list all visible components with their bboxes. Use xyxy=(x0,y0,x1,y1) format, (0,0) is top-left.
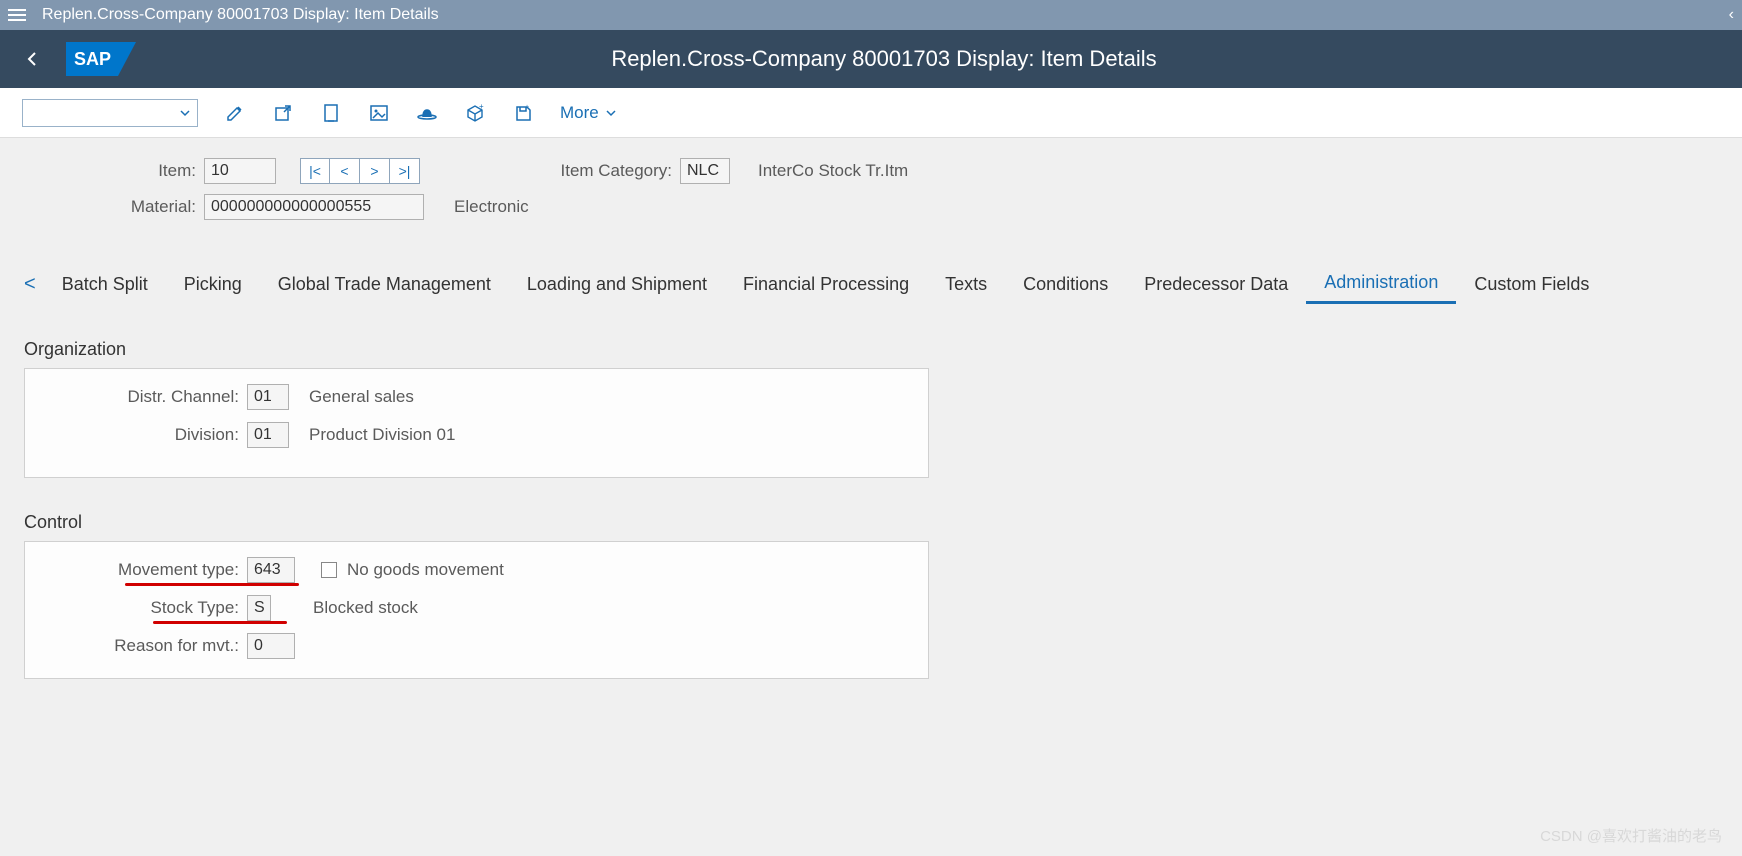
hat-icon[interactable] xyxy=(416,102,438,124)
more-label: More xyxy=(560,103,599,123)
organization-group: Organization Distr. Channel: General sal… xyxy=(24,339,929,478)
watermark: CSDN @喜欢打酱油的老鸟 xyxy=(1540,825,1722,846)
division-row: Division: Product Division 01 xyxy=(25,421,928,449)
item-category-label: Item Category: xyxy=(490,161,680,181)
sap-logo: SAP xyxy=(66,42,136,76)
tab-picking[interactable]: Picking xyxy=(166,266,260,303)
reason-label: Reason for mvt.: xyxy=(25,636,247,656)
item-nav-buttons: |< < > >| xyxy=(300,158,420,184)
document-icon[interactable] xyxy=(320,102,342,124)
tab-custom-fields[interactable]: Custom Fields xyxy=(1456,266,1607,303)
control-group: Control Movement type: No goods movement… xyxy=(24,512,929,679)
svg-text:+: + xyxy=(479,103,484,111)
item-category-field[interactable] xyxy=(680,158,730,184)
svg-text:+: + xyxy=(525,104,529,111)
tab-batch-split[interactable]: Batch Split xyxy=(44,266,166,303)
tab-loading-shipment[interactable]: Loading and Shipment xyxy=(509,266,725,303)
tabs: < Batch Split Picking Global Trade Manag… xyxy=(24,264,1718,305)
menu-icon[interactable] xyxy=(8,9,28,21)
material-desc: Electronic xyxy=(454,197,529,217)
last-item-button[interactable]: >| xyxy=(390,158,420,184)
stock-type-desc: Blocked stock xyxy=(313,598,418,618)
no-goods-checkbox[interactable] xyxy=(321,562,337,578)
control-box: Movement type: No goods movement Stock T… xyxy=(24,541,929,679)
collapse-icon[interactable]: ‹ xyxy=(1729,6,1734,24)
item-label: Item: xyxy=(24,161,204,181)
svg-text:SAP: SAP xyxy=(74,49,111,69)
organization-title: Organization xyxy=(24,339,929,360)
back-button[interactable] xyxy=(20,47,44,71)
annotation-underline xyxy=(153,621,287,624)
division-field[interactable] xyxy=(247,422,289,448)
image-icon[interactable] xyxy=(368,102,390,124)
material-row: Material: Electronic xyxy=(24,194,1718,220)
division-desc: Product Division 01 xyxy=(309,425,455,445)
content-area: Item: |< < > >| Item Category: InterCo S… xyxy=(0,138,1742,699)
page-title: Replen.Cross-Company 80001703 Display: I… xyxy=(136,46,1632,72)
tabs-scroll-left[interactable]: < xyxy=(24,273,44,296)
item-category-desc: InterCo Stock Tr.Itm xyxy=(758,161,908,181)
next-item-button[interactable]: > xyxy=(360,158,390,184)
save-icon[interactable]: + xyxy=(512,102,534,124)
material-label: Material: xyxy=(24,197,204,217)
more-button[interactable]: More xyxy=(560,103,617,123)
page-header: SAP Replen.Cross-Company 80001703 Displa… xyxy=(0,30,1742,88)
stock-type-field[interactable] xyxy=(247,595,271,621)
reason-row: Reason for mvt.: xyxy=(25,632,928,660)
first-item-button[interactable]: |< xyxy=(300,158,330,184)
window-title: Replen.Cross-Company 80001703 Display: I… xyxy=(42,6,439,24)
tab-conditions[interactable]: Conditions xyxy=(1005,266,1126,303)
export-icon[interactable] xyxy=(272,102,294,124)
tab-texts[interactable]: Texts xyxy=(927,266,1005,303)
control-title: Control xyxy=(24,512,929,533)
tab-predecessor-data[interactable]: Predecessor Data xyxy=(1126,266,1306,303)
edit-icon[interactable] xyxy=(224,102,246,124)
item-field[interactable] xyxy=(204,158,276,184)
tab-financial-processing[interactable]: Financial Processing xyxy=(725,266,927,303)
reason-field[interactable] xyxy=(247,633,295,659)
stock-type-row: Stock Type: Blocked stock xyxy=(25,594,928,622)
annotation-underline xyxy=(125,583,299,586)
toolbar: + + More xyxy=(0,88,1742,138)
distr-channel-desc: General sales xyxy=(309,387,414,407)
prev-item-button[interactable]: < xyxy=(330,158,360,184)
package-icon[interactable]: + xyxy=(464,102,486,124)
toolbar-dropdown[interactable] xyxy=(22,99,198,127)
window-titlebar: Replen.Cross-Company 80001703 Display: I… xyxy=(0,0,1742,30)
material-field[interactable] xyxy=(204,194,424,220)
distr-channel-label: Distr. Channel: xyxy=(25,387,247,407)
movement-type-row: Movement type: No goods movement xyxy=(25,556,928,584)
tab-administration[interactable]: Administration xyxy=(1306,264,1456,304)
stock-type-label: Stock Type: xyxy=(25,598,247,618)
movement-type-field[interactable] xyxy=(247,557,295,583)
no-goods-label: No goods movement xyxy=(347,560,504,580)
movement-type-label: Movement type: xyxy=(25,560,247,580)
distr-channel-field[interactable] xyxy=(247,384,289,410)
distr-channel-row: Distr. Channel: General sales xyxy=(25,383,928,411)
organization-box: Distr. Channel: General sales Division: … xyxy=(24,368,929,478)
tab-global-trade[interactable]: Global Trade Management xyxy=(260,266,509,303)
division-label: Division: xyxy=(25,425,247,445)
item-row: Item: |< < > >| Item Category: InterCo S… xyxy=(24,158,1718,184)
